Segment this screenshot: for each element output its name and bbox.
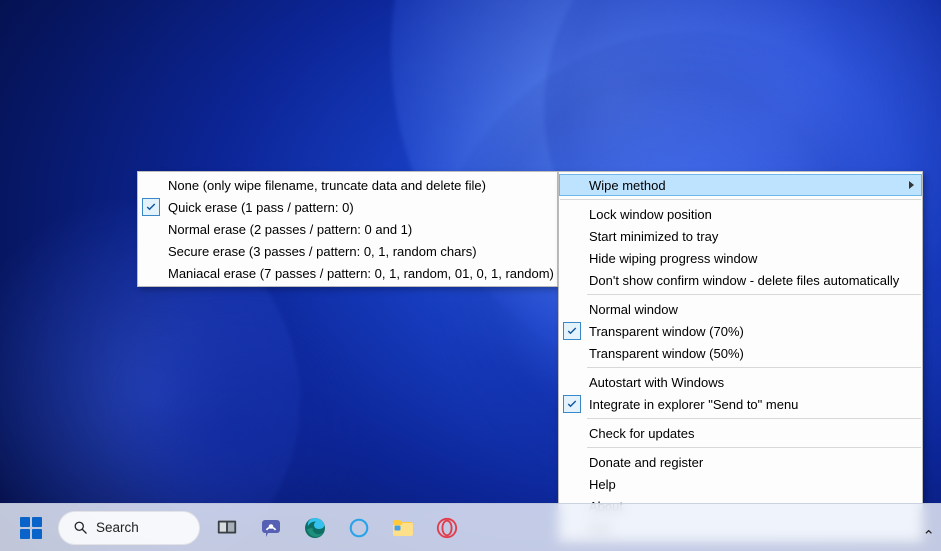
menu-item-label: Normal window [589,302,678,317]
separator [587,418,921,419]
windows-logo-icon [20,517,42,539]
menu-donate[interactable]: Donate and register [559,451,922,473]
menu-integrate-sendto[interactable]: Integrate in explorer "Send to" menu [559,393,922,415]
folder-icon [391,517,415,539]
search-icon [73,520,88,535]
menu-no-confirm[interactable]: Don't show confirm window - delete files… [559,269,922,291]
context-menu: Wipe method Lock window position Start m… [558,171,923,542]
menu-transparent-70[interactable]: Transparent window (70%) [559,320,922,342]
wipe-method-submenu: None (only wipe filename, truncate data … [137,171,558,287]
menu-check-updates[interactable]: Check for updates [559,422,922,444]
menu-item-label: Quick erase (1 pass / pattern: 0) [168,200,354,215]
taskbar-chevron-icon[interactable]: ⌃ [922,527,935,545]
menu-wipe-method[interactable]: Wipe method [559,174,922,196]
menu-item-label: Hide wiping progress window [589,251,757,266]
opera-icon [436,517,458,539]
menu-item-label: Wipe method [589,178,666,193]
menu-item-label: Transparent window (50%) [589,346,744,361]
taskbar-explorer[interactable] [386,511,420,545]
menu-item-label: Autostart with Windows [589,375,724,390]
check-icon [142,198,160,216]
taskbar-chat[interactable] [254,511,288,545]
separator [560,199,921,200]
menu-normal-window[interactable]: Normal window [559,298,922,320]
wipe-option-normal[interactable]: Normal erase (2 passes / pattern: 0 and … [138,218,557,240]
separator [587,447,921,448]
taskbar-task-view[interactable] [210,511,244,545]
separator [587,367,921,368]
cortana-icon [348,517,370,539]
wipe-option-quick[interactable]: Quick erase (1 pass / pattern: 0) [138,196,557,218]
menu-start-minimized[interactable]: Start minimized to tray [559,225,922,247]
menu-item-label: Check for updates [589,426,695,441]
taskbar-cortana[interactable] [342,511,376,545]
menu-item-label: Secure erase (3 passes / pattern: 0, 1, … [168,244,477,259]
taskbar-search[interactable]: Search [58,511,200,545]
menu-item-label: None (only wipe filename, truncate data … [168,178,486,193]
taskbar-opera[interactable] [430,511,464,545]
menu-transparent-50[interactable]: Transparent window (50%) [559,342,922,364]
menu-help[interactable]: Help [559,473,922,495]
taskbar-edge[interactable] [298,511,332,545]
menu-item-label: Don't show confirm window - delete files… [589,273,899,288]
menu-item-label: Normal erase (2 passes / pattern: 0 and … [168,222,412,237]
menu-item-label: Transparent window (70%) [589,324,744,339]
separator [587,294,921,295]
menu-item-label: Integrate in explorer "Send to" menu [589,397,798,412]
chevron-right-icon [909,181,914,189]
task-view-icon [216,517,238,539]
menu-autostart[interactable]: Autostart with Windows [559,371,922,393]
check-icon [563,395,581,413]
menu-item-label: Maniacal erase (7 passes / pattern: 0, 1… [168,266,554,281]
wipe-option-secure[interactable]: Secure erase (3 passes / pattern: 0, 1, … [138,240,557,262]
wipe-option-none[interactable]: None (only wipe filename, truncate data … [138,174,557,196]
check-icon [563,322,581,340]
menu-item-label: Lock window position [589,207,712,222]
menu-item-label: Donate and register [589,455,703,470]
start-button[interactable] [14,511,48,545]
menu-hide-progress[interactable]: Hide wiping progress window [559,247,922,269]
desktop: None (only wipe filename, truncate data … [0,0,941,551]
menu-lock-window[interactable]: Lock window position [559,203,922,225]
menu-item-label: Help [589,477,616,492]
edge-icon [303,516,327,540]
wipe-option-maniacal[interactable]: Maniacal erase (7 passes / pattern: 0, 1… [138,262,557,284]
chat-icon [259,516,283,540]
menu-item-label: Start minimized to tray [589,229,718,244]
search-label: Search [96,520,139,535]
taskbar: Search [0,503,941,551]
